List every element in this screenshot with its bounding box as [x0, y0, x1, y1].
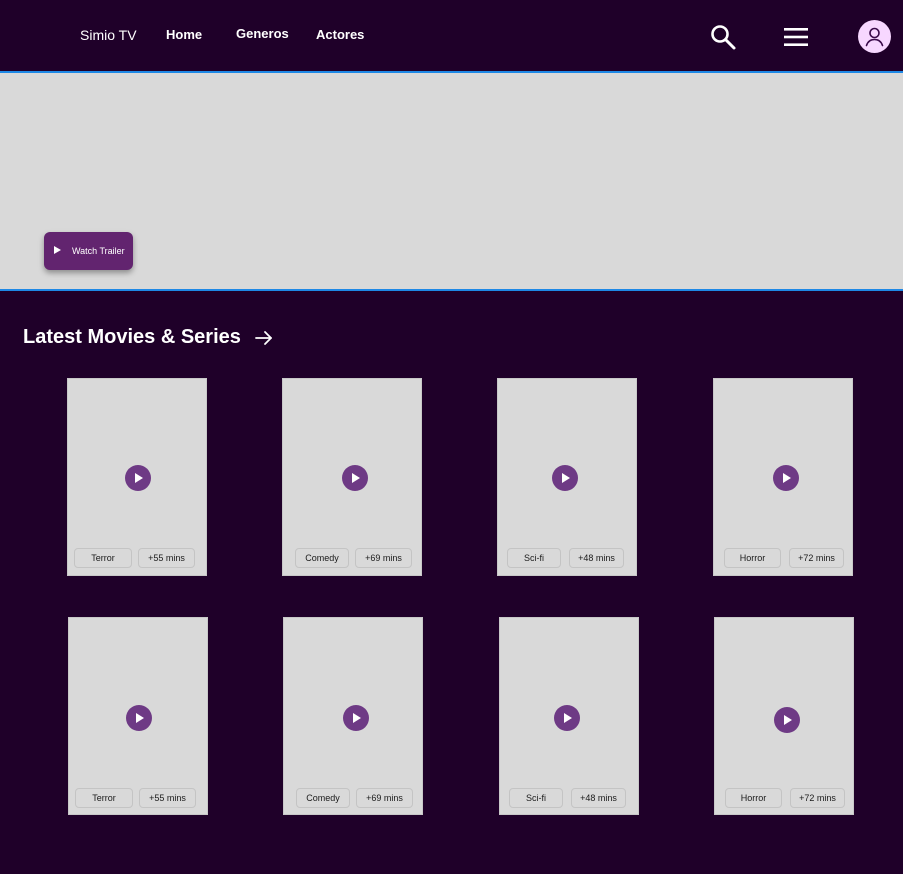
play-icon[interactable]: [774, 707, 800, 733]
watch-trailer-button[interactable]: Watch Trailer: [44, 232, 133, 270]
section-title: Latest Movies & Series: [23, 326, 241, 348]
watch-trailer-label: Watch Trailer: [72, 246, 125, 256]
brand-name[interactable]: Simio TV: [80, 27, 137, 43]
nav-actores-link[interactable]: Actores: [316, 27, 364, 43]
menu-button[interactable]: [782, 25, 810, 49]
movie-card[interactable]: Terror +55 mins: [67, 378, 207, 576]
movie-card[interactable]: Comedy +69 mins: [282, 378, 422, 576]
hamburger-menu-icon: [784, 28, 808, 46]
genre-chip: Terror: [75, 788, 133, 808]
movie-card[interactable]: Horror +72 mins: [714, 617, 854, 815]
movie-card[interactable]: Terror +55 mins: [68, 617, 208, 815]
genre-chip: Horror: [724, 548, 781, 568]
play-icon[interactable]: [342, 465, 368, 491]
genre-chip: Horror: [725, 788, 782, 808]
see-all-button[interactable]: [254, 328, 274, 348]
genre-chip: Sci-fi: [509, 788, 563, 808]
play-icon[interactable]: [126, 705, 152, 731]
play-icon[interactable]: [554, 705, 580, 731]
movie-card[interactable]: Horror +72 mins: [713, 378, 853, 576]
profile-avatar-button[interactable]: [858, 20, 891, 53]
hero-banner: Watch Trailer: [0, 71, 903, 291]
duration-chip: +55 mins: [138, 548, 195, 568]
duration-chip: +69 mins: [355, 548, 412, 568]
duration-chip: +55 mins: [139, 788, 196, 808]
nav-generos-link[interactable]: Generos: [236, 26, 289, 42]
movie-card[interactable]: Sci-fi +48 mins: [497, 378, 637, 576]
play-icon[interactable]: [773, 465, 799, 491]
movie-card[interactable]: Comedy +69 mins: [283, 617, 423, 815]
search-icon: [711, 25, 736, 50]
play-icon: [54, 246, 61, 254]
genre-chip: Terror: [74, 548, 132, 568]
duration-chip: +72 mins: [790, 788, 845, 808]
search-button[interactable]: [708, 22, 738, 52]
genre-chip: Comedy: [295, 548, 349, 568]
duration-chip: +48 mins: [571, 788, 626, 808]
duration-chip: +69 mins: [356, 788, 413, 808]
nav-home-link[interactable]: Home: [166, 27, 202, 43]
play-icon[interactable]: [343, 705, 369, 731]
movie-card[interactable]: Sci-fi +48 mins: [499, 617, 639, 815]
genre-chip: Sci-fi: [507, 548, 561, 568]
duration-chip: +48 mins: [569, 548, 624, 568]
user-avatar-icon: [865, 27, 884, 47]
play-icon[interactable]: [552, 465, 578, 491]
top-navigation-bar: Simio TV Home Generos Actores: [0, 0, 903, 71]
arrow-right-icon: [255, 331, 272, 345]
duration-chip: +72 mins: [789, 548, 844, 568]
play-icon[interactable]: [125, 465, 151, 491]
genre-chip: Comedy: [296, 788, 350, 808]
